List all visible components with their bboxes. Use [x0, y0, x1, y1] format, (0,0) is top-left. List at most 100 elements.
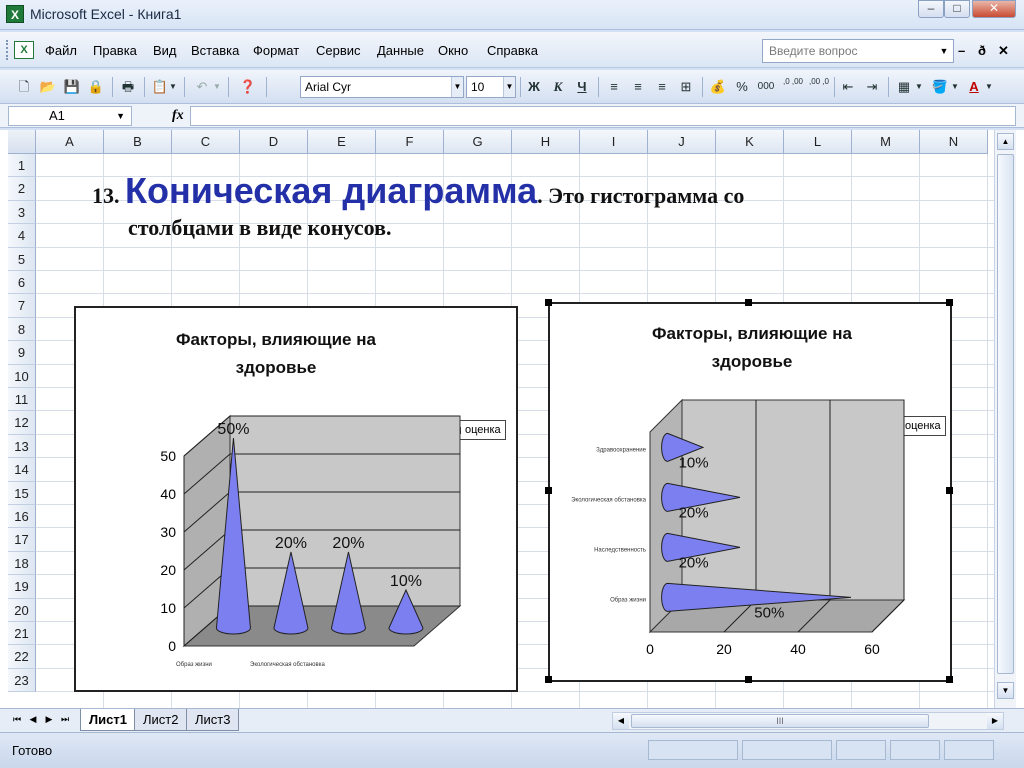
- resize-handle[interactable]: [545, 299, 552, 306]
- decrease-decimal-button[interactable]: ,00 ,0: [808, 77, 830, 97]
- column-header-A[interactable]: A: [36, 130, 104, 154]
- document-icon[interactable]: X: [14, 41, 34, 59]
- formula-input[interactable]: [190, 106, 1016, 126]
- resize-handle[interactable]: [545, 487, 552, 494]
- vertical-scrollbar[interactable]: ▲ ▼: [994, 130, 1016, 708]
- row-header-17[interactable]: 17: [8, 528, 36, 552]
- menu-format[interactable]: Формат: [253, 43, 299, 58]
- column-header-E[interactable]: E: [308, 130, 376, 154]
- permission-icon[interactable]: 🔒: [86, 77, 106, 97]
- save-icon[interactable]: 💾: [62, 77, 82, 97]
- row-header-11[interactable]: 11: [8, 388, 36, 412]
- maximize-button[interactable]: □: [944, 0, 970, 18]
- column-header-K[interactable]: K: [716, 130, 784, 154]
- chevron-down-icon[interactable]: ▼: [503, 77, 515, 97]
- row-header-14[interactable]: 14: [8, 458, 36, 482]
- column-header-F[interactable]: F: [376, 130, 444, 154]
- first-sheet-icon[interactable]: ⏮: [10, 714, 24, 725]
- percent-button[interactable]: %: [732, 77, 752, 97]
- prev-sheet-icon[interactable]: ◀: [26, 714, 40, 725]
- doc-restore-button[interactable]: ð: [978, 43, 986, 58]
- chevron-down-icon[interactable]: ▼: [937, 42, 951, 60]
- row-header-19[interactable]: 19: [8, 575, 36, 599]
- decrease-indent-icon[interactable]: ⇤: [838, 77, 858, 97]
- column-header-D[interactable]: D: [240, 130, 308, 154]
- select-all-corner[interactable]: [8, 130, 36, 154]
- chevron-down-icon[interactable]: ▼: [451, 77, 463, 97]
- row-header-8[interactable]: 8: [8, 317, 36, 342]
- menu-window[interactable]: Окно: [438, 43, 468, 58]
- next-sheet-icon[interactable]: ▶: [42, 714, 56, 725]
- column-header-B[interactable]: B: [104, 130, 172, 154]
- toolbar-grip[interactable]: [6, 40, 9, 60]
- row-header-4[interactable]: 4: [8, 224, 36, 248]
- underline-button[interactable]: Ч: [572, 77, 592, 97]
- scroll-left-icon[interactable]: ◀: [613, 713, 629, 729]
- italic-button[interactable]: К: [548, 77, 568, 97]
- insert-function-icon[interactable]: fx: [172, 108, 184, 124]
- tab-sheet3[interactable]: Лист3: [186, 709, 240, 731]
- column-header-N[interactable]: N: [920, 130, 988, 154]
- doc-minimize-button[interactable]: –: [958, 43, 965, 58]
- menu-file[interactable]: Файл: [45, 43, 77, 58]
- row-header-1[interactable]: 1: [8, 154, 36, 178]
- increase-decimal-button[interactable]: ,0 ,00: [782, 77, 804, 97]
- help-search-input[interactable]: Введите вопрос ▼: [762, 39, 954, 63]
- column-header-L[interactable]: L: [784, 130, 852, 154]
- open-folder-icon[interactable]: 📂: [38, 77, 58, 97]
- menu-data[interactable]: Данные: [377, 43, 424, 58]
- row-header-22[interactable]: 22: [8, 645, 36, 669]
- resize-handle[interactable]: [745, 299, 752, 306]
- font-color-dropdown-icon[interactable]: ▼: [984, 77, 994, 97]
- name-box[interactable]: A1 ▼: [8, 106, 132, 126]
- scroll-up-icon[interactable]: ▲: [997, 133, 1014, 150]
- menu-insert[interactable]: Вставка: [191, 43, 239, 58]
- row-header-23[interactable]: 23: [8, 668, 36, 693]
- row-header-12[interactable]: 12: [8, 411, 36, 435]
- menu-tools[interactable]: Сервис: [316, 43, 361, 58]
- cone-chart-horizontal[interactable]: Факторы, влияющие на здоровье оценка 0 20…: [548, 302, 952, 682]
- print-icon[interactable]: 🖶: [118, 77, 138, 97]
- scroll-right-icon[interactable]: ▶: [987, 713, 1003, 729]
- scroll-down-icon[interactable]: ▼: [997, 682, 1014, 699]
- bold-button[interactable]: Ж: [524, 77, 544, 97]
- tab-sheet2[interactable]: Лист2: [134, 709, 188, 731]
- worksheet-grid[interactable]: 13. Коническая диаграмма. Это гистограмм…: [0, 130, 1024, 708]
- column-header-M[interactable]: M: [852, 130, 920, 154]
- thousands-button[interactable]: 000: [756, 77, 776, 97]
- row-header-7[interactable]: 7: [8, 294, 36, 318]
- fill-dropdown-icon[interactable]: ▼: [950, 77, 960, 97]
- column-header-I[interactable]: I: [580, 130, 648, 154]
- borders-icon[interactable]: ▦: [894, 77, 914, 97]
- currency-icon[interactable]: 💰: [708, 77, 728, 97]
- resize-handle[interactable]: [545, 676, 552, 683]
- row-header-5[interactable]: 5: [8, 247, 36, 271]
- resize-handle[interactable]: [946, 299, 953, 306]
- align-left-icon[interactable]: ≡: [604, 77, 624, 97]
- paste-dropdown-icon[interactable]: ▼: [168, 77, 178, 97]
- resize-handle[interactable]: [946, 676, 953, 683]
- scroll-thumb[interactable]: III: [631, 714, 929, 728]
- cone-chart-vertical[interactable]: Факторы, влияющие на здоровье оценка 0 10…: [74, 306, 518, 692]
- row-header-20[interactable]: 20: [8, 598, 36, 622]
- chevron-down-icon[interactable]: ▼: [116, 107, 125, 125]
- help-icon[interactable]: ❓: [238, 77, 258, 97]
- row-header-9[interactable]: 9: [8, 341, 36, 365]
- horizontal-scrollbar[interactable]: ◀ III ▶: [612, 712, 1004, 730]
- new-document-icon[interactable]: 🗋: [14, 77, 34, 97]
- last-sheet-icon[interactable]: ⏭: [58, 714, 72, 725]
- resize-handle[interactable]: [946, 487, 953, 494]
- paste-icon[interactable]: 📋: [150, 77, 170, 97]
- tab-sheet1[interactable]: Лист1: [80, 709, 136, 731]
- undo-icon[interactable]: ↶: [192, 77, 212, 97]
- fill-color-icon[interactable]: 🪣: [930, 77, 950, 97]
- column-header-H[interactable]: H: [512, 130, 580, 154]
- column-header-C[interactable]: C: [172, 130, 240, 154]
- row-header-10[interactable]: 10: [8, 364, 36, 388]
- doc-close-button[interactable]: ✕: [998, 43, 1009, 59]
- row-header-6[interactable]: 6: [8, 271, 36, 295]
- menu-view[interactable]: Вид: [153, 43, 177, 58]
- row-header-21[interactable]: 21: [8, 622, 36, 646]
- align-right-icon[interactable]: ≡: [652, 77, 672, 97]
- font-size-select[interactable]: 10 ▼: [466, 76, 516, 98]
